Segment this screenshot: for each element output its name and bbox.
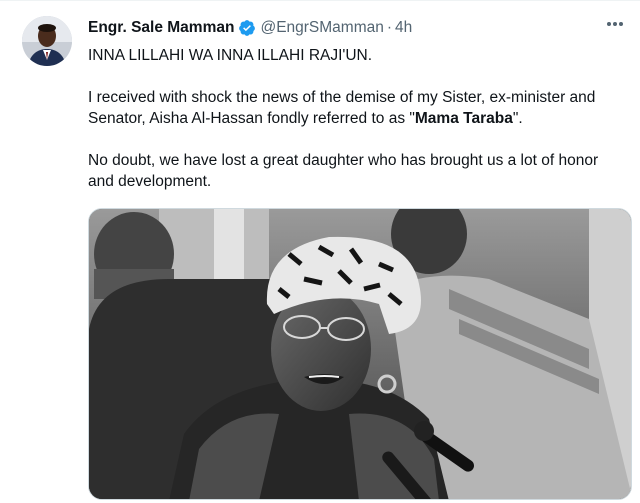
more-dots-icon[interactable] bbox=[604, 15, 626, 33]
user-avatar-icon bbox=[22, 16, 72, 66]
nickname-bold: Mama Taraba bbox=[414, 110, 513, 127]
tweet-timestamp[interactable]: 4h bbox=[395, 19, 412, 37]
author-name[interactable]: Engr. Sale Mamman bbox=[88, 19, 234, 37]
tweet-paragraph-1: INNA LILLAHI WA INNA ILLAHI RAJI'UN. bbox=[88, 47, 373, 64]
separator-dot: · bbox=[386, 19, 393, 36]
tweet-paragraph-2: I received with shock the news of the de… bbox=[88, 87, 618, 129]
tweet-header: Engr. Sale Mamman @EngrSMamman · 4h bbox=[88, 17, 620, 39]
tweet-paragraph-3: No doubt, we have lost a great daughter … bbox=[88, 152, 599, 190]
author-avatar[interactable] bbox=[22, 16, 72, 66]
paragraph-2-end: ". bbox=[512, 110, 523, 127]
photo-image bbox=[89, 209, 631, 499]
author-handle[interactable]: @EngrSMamman bbox=[260, 19, 383, 37]
tweet-photo[interactable] bbox=[88, 208, 632, 500]
tweet-card[interactable]: Engr. Sale Mamman @EngrSMamman · 4h INNA… bbox=[0, 0, 640, 503]
verified-badge-icon bbox=[238, 19, 256, 37]
tweet-text: INNA LILLAHI WA INNA ILLAHI RAJI'UN. I r… bbox=[88, 45, 618, 192]
